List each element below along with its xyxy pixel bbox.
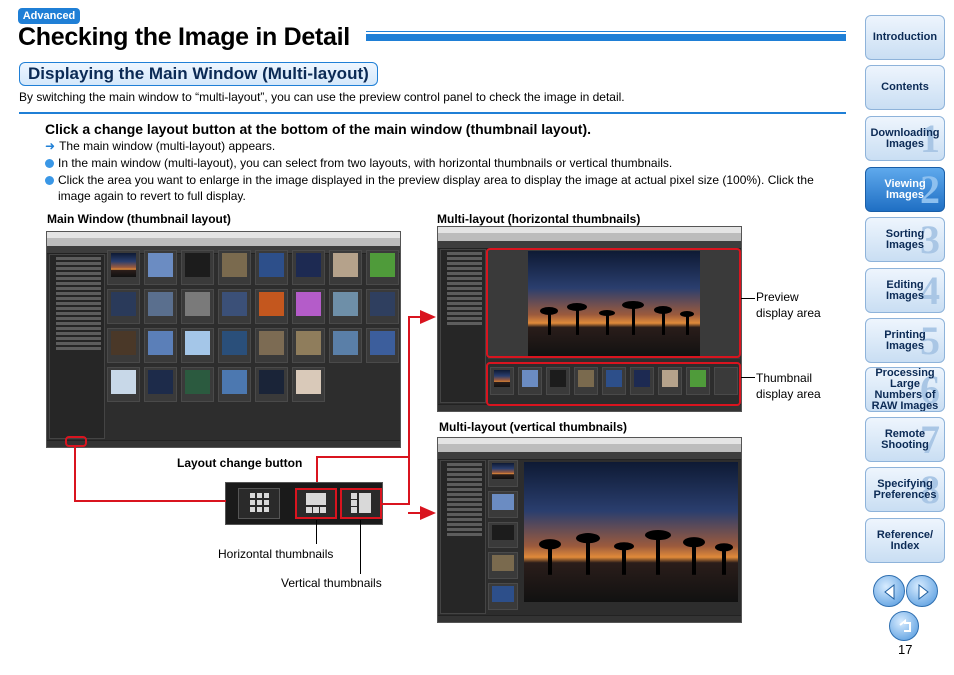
thumbnail-area-highlight — [486, 362, 741, 406]
callout-arrow-icon — [420, 310, 436, 324]
caption-layout-button: Layout change button — [177, 456, 303, 470]
horizontal-layout-button[interactable] — [295, 488, 337, 519]
bullet-enlarge: Click the area you want to enlarge in th… — [45, 172, 845, 204]
nav-label: Editing Images — [886, 278, 924, 302]
label-horizontal-thumbnails: Horizontal thumbnails — [218, 547, 334, 561]
callout-line — [74, 500, 226, 502]
bullet-result: ➜ The main window (multi-layout) appears. — [45, 138, 845, 154]
nav-editing-images[interactable]: 4 Editing Images — [865, 268, 945, 313]
grid-layout-button[interactable] — [238, 488, 280, 519]
return-icon — [899, 619, 911, 632]
intro-text: By switching the main window to “multi-l… — [19, 90, 625, 104]
preview-leader-line — [741, 298, 755, 299]
label-text: Thumbnail — [756, 371, 813, 385]
label-text: Preview — [756, 290, 799, 304]
nav-processing-raw[interactable]: 6 Processing Large Numbers of RAW Images — [865, 367, 945, 412]
screenshot-vertical-layout — [437, 437, 742, 623]
label-vertical-thumbnails: Vertical thumbnails — [281, 576, 382, 590]
bullet-layouts: In the main window (multi-layout), you c… — [45, 155, 845, 171]
screenshot-thumbnail-layout — [46, 231, 401, 448]
section-title: Displaying the Main Window (Multi-layout… — [19, 62, 378, 86]
horizontal-layout-icon — [306, 493, 326, 513]
nav-label: Downloading Images — [870, 126, 940, 150]
step-heading: Click a change layout button at the bott… — [45, 121, 591, 137]
vertical-layout-button[interactable] — [340, 488, 382, 519]
nav-label: Remote Shooting — [881, 427, 929, 451]
nav-remote-shooting[interactable]: 7 Remote Shooting — [865, 417, 945, 462]
callout-line — [316, 456, 318, 482]
preview-area-highlight — [486, 248, 741, 358]
nav-label: Viewing Images — [884, 177, 926, 201]
advanced-badge: Advanced — [18, 8, 80, 24]
label-text: display area — [756, 306, 821, 320]
callout-line — [382, 503, 410, 505]
nav-contents[interactable]: Contents — [865, 65, 945, 110]
prev-page-icon — [884, 583, 895, 601]
layout-button-highlight — [65, 436, 87, 447]
nav-label: Introduction — [872, 31, 938, 43]
prev-page-button[interactable] — [873, 575, 905, 607]
page-number: 17 — [898, 642, 913, 657]
arrow-right-icon: ➜ — [45, 139, 56, 153]
label-preview-area: Preview display area — [756, 289, 821, 321]
title-underline — [366, 31, 846, 41]
next-page-button[interactable] — [906, 575, 938, 607]
grid-layout-icon — [250, 493, 269, 512]
nav-viewing-images[interactable]: 2 Viewing Images — [865, 167, 945, 212]
thumbnail-leader-line — [741, 377, 755, 378]
nav-label: Sorting Images — [885, 227, 925, 251]
callout-line — [74, 447, 76, 502]
next-page-icon — [918, 583, 929, 601]
nav-specifying-preferences[interactable]: 8 Specifying Preferences — [865, 467, 945, 512]
nav-label: Printing Images — [884, 328, 926, 352]
nav-label: Processing Large Numbers of RAW Images — [871, 367, 939, 412]
bullet-dot-icon — [45, 176, 54, 185]
return-button[interactable] — [889, 611, 919, 641]
nav-reference-index[interactable]: Reference/ Index — [865, 518, 945, 563]
nav-label: Contents — [881, 81, 929, 93]
nav-label: Specifying Preferences — [873, 477, 937, 501]
nav-sorting-images[interactable]: 3 Sorting Images — [865, 217, 945, 262]
bullet-text: image again to revert to full display. — [58, 189, 246, 203]
label-text: display area — [756, 387, 821, 401]
caption-multi-horizontal: Multi-layout (horizontal thumbnails) — [437, 212, 641, 226]
bullet-text: Click the area you want to enlarge in th… — [58, 173, 814, 187]
callout-line — [408, 316, 410, 505]
nav-label: Reference/ Index — [876, 528, 934, 552]
bullet-text: In the main window (multi-layout), you c… — [58, 156, 673, 170]
caption-main-window: Main Window (thumbnail layout) — [47, 212, 231, 226]
nav-downloading-images[interactable]: 1 Downloading Images — [865, 116, 945, 161]
section-divider — [19, 112, 846, 114]
vertical-layout-icon — [351, 493, 371, 513]
caption-multi-vertical: Multi-layout (vertical thumbnails) — [439, 420, 628, 434]
bullet-text: The main window (multi-layout) appears. — [59, 139, 276, 153]
nav-printing-images[interactable]: 5 Printing Images — [865, 318, 945, 363]
horizontal-leader-line — [316, 520, 317, 544]
label-thumbnail-area: Thumbnail display area — [756, 370, 821, 402]
vertical-leader-line — [360, 520, 361, 574]
page-title: Checking the Image in Detail — [18, 23, 350, 51]
layout-change-button-group — [225, 482, 383, 525]
bullet-dot-icon — [45, 159, 54, 168]
callout-arrow-icon — [420, 506, 436, 520]
callout-line — [316, 456, 410, 458]
nav-introduction[interactable]: Introduction — [865, 15, 945, 60]
